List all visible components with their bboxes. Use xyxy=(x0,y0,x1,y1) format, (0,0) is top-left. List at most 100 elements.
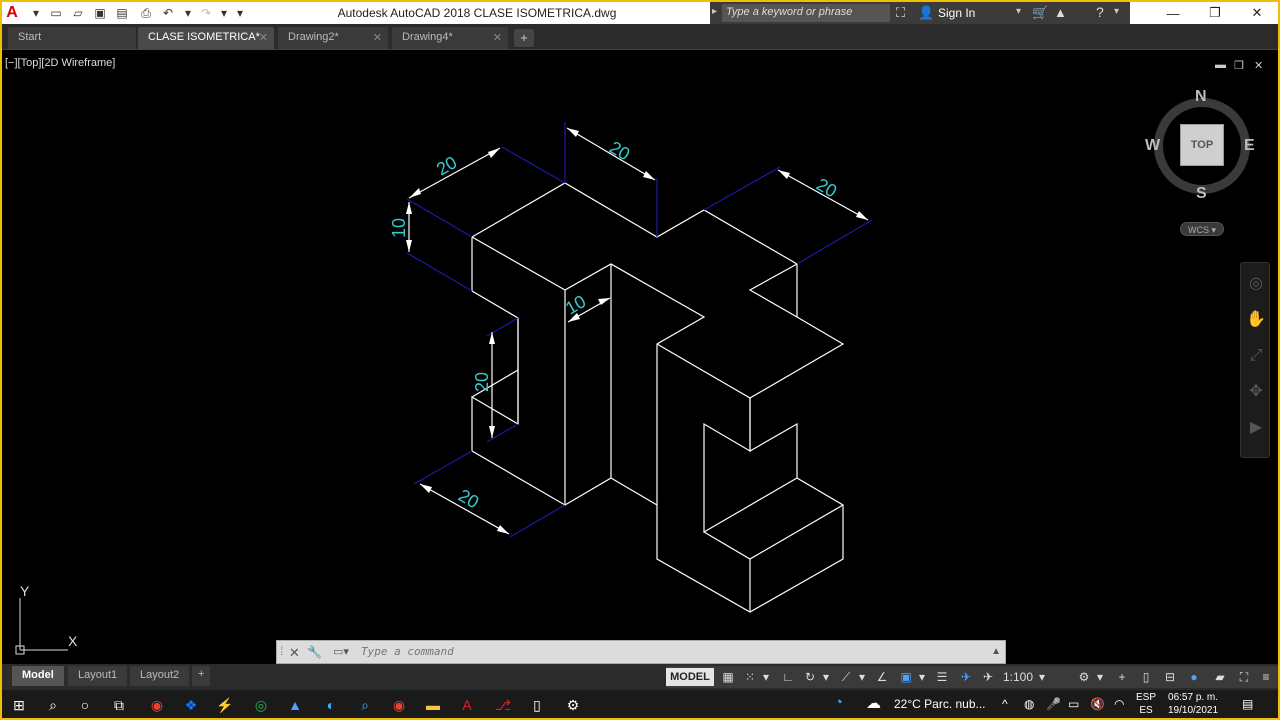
navigation-bar: ◎ ✋ ⤢ ✥ ▶ xyxy=(1240,262,1270,458)
command-input[interactable] xyxy=(361,645,961,658)
close-command-icon[interactable]: ✕ xyxy=(289,645,300,661)
document-icon[interactable]: ▯ xyxy=(526,695,548,715)
camera-tray-icon[interactable]: ◍ xyxy=(1024,697,1034,711)
dim-label-top-left: 20 xyxy=(433,152,460,179)
windows-taskbar: ⊞ ⌕ ○ ⧉ ◉ ❖ ⚡ ◎ ▲ ◐ ⌕ ◉ ▬ A ⎇ ▯ ⚙ ◔ ☁ 22… xyxy=(2,690,1278,718)
zoom-extents-icon[interactable]: ⤢ xyxy=(1241,341,1271,371)
dimension-labels: 20 20 20 10 10 20 20 xyxy=(389,137,840,512)
steering-wheel-icon[interactable]: ◎ xyxy=(1241,269,1271,299)
search-app-icon[interactable]: ⌕ xyxy=(354,695,376,715)
app-a-icon[interactable]: ▲ xyxy=(284,695,306,715)
search-icon[interactable]: ⌕ xyxy=(42,695,64,715)
annotation-scale[interactable]: 1:100 xyxy=(1000,668,1036,686)
task-view-icon[interactable]: ⧉ xyxy=(108,695,130,715)
wcs-label: WCS xyxy=(1187,225,1209,235)
volume-muted-icon[interactable]: 🔇 xyxy=(1090,697,1105,711)
status-bar: MODEL ▦ ⁙ ▾ ∟ ↻ ▾ ⟋ ▾ ∠ ▣ ▾ ☰ ✈ ✈ 1:100 … xyxy=(666,666,1278,688)
compass-west[interactable]: W xyxy=(1145,137,1160,155)
dim-label-height-middle: 20 xyxy=(472,372,492,392)
clock-time: 06:57 p. m. xyxy=(1168,692,1219,703)
chrome-icon[interactable]: ◉ xyxy=(146,695,168,715)
tab-model[interactable]: Model xyxy=(12,666,64,686)
show-hidden-icons-icon[interactable]: ^ xyxy=(1002,697,1008,711)
winamp-icon[interactable]: ⚡ xyxy=(214,695,236,715)
snap-icon[interactable]: ⁙ xyxy=(740,668,760,686)
dim-label-bottom-left: 20 xyxy=(455,485,482,512)
compass-south[interactable]: S xyxy=(1196,185,1207,203)
dim-label-top-right: 20 xyxy=(813,174,840,201)
language-code: ESP xyxy=(1136,692,1157,703)
edge-icon[interactable]: ◐ xyxy=(320,695,342,715)
microphone-icon[interactable]: 🎤 xyxy=(1046,697,1061,711)
settings-app-icon[interactable]: ⚙ xyxy=(562,695,584,715)
customization-menu-icon[interactable]: ≡ xyxy=(1256,668,1276,686)
dim-label-inner: 10 xyxy=(562,291,589,318)
grid-icon[interactable]: ▦ xyxy=(718,668,738,686)
pan-icon[interactable]: ✋ xyxy=(1241,305,1271,335)
input-language[interactable]: ESP ES xyxy=(1136,691,1156,717)
workspace-gear-icon[interactable]: ⚙ xyxy=(1074,668,1094,686)
notifications-icon[interactable]: ▤ xyxy=(1242,697,1253,711)
polar-tracking-icon[interactable]: ↻ xyxy=(800,668,820,686)
workspace-dropdown-icon[interactable]: ▾ xyxy=(1094,668,1106,686)
weather-text[interactable]: 22°C Parc. nub... xyxy=(894,697,986,711)
tab-layout1[interactable]: Layout1 xyxy=(68,666,128,686)
sync-app-icon[interactable]: ◎ xyxy=(250,695,272,715)
units-icon[interactable]: ▯ xyxy=(1136,668,1156,686)
isolate-objects-icon[interactable]: ▰ xyxy=(1210,668,1230,686)
ucs-y-label: Y xyxy=(20,583,30,599)
ucs-icon: Y X xyxy=(15,583,78,655)
graphics-performance-icon[interactable]: ● xyxy=(1184,668,1204,686)
annotation-autoscale-icon[interactable]: ✈ xyxy=(978,668,998,686)
ortho-icon[interactable]: ∟ xyxy=(778,668,798,686)
object-snap-dropdown-icon[interactable]: ▾ xyxy=(916,668,928,686)
showmotion-icon[interactable]: ▶ xyxy=(1241,413,1271,443)
autocad-window: A ▾ ▭ ▱ ▣ ▤ ⎙ ↶ ▾ ↷ ▾ ▾ Autodesk AutoCAD… xyxy=(0,0,1280,720)
isodraft-icon[interactable]: ⟋ xyxy=(836,668,856,686)
ucs-x-label: X xyxy=(68,633,78,649)
model-space-button[interactable]: MODEL xyxy=(666,668,714,686)
scale-dropdown-icon[interactable]: ▾ xyxy=(1036,668,1048,686)
tab-layout2[interactable]: Layout2 xyxy=(130,666,190,686)
weather-cloud-icon[interactable]: ☁ xyxy=(866,694,881,712)
add-layout-button[interactable]: + xyxy=(192,666,211,686)
grip-handle-icon[interactable]: ⁞ xyxy=(280,644,283,658)
dim-label-top-middle: 20 xyxy=(606,137,633,164)
windows-start-icon[interactable]: ⊞ xyxy=(8,695,30,715)
lineweight-icon[interactable]: ☰ xyxy=(932,668,952,686)
command-history-arrow-icon[interactable]: ▲ xyxy=(991,646,1001,657)
wcs-menu[interactable]: WCS ▾ xyxy=(1180,222,1224,236)
system-clock[interactable]: 06:57 p. m. 19/10/2021 xyxy=(1168,691,1218,717)
chrome-2-icon[interactable]: ◉ xyxy=(388,695,410,715)
command-line: ⁞ ✕ 🔧 ▭▾ ▲ xyxy=(276,640,1006,664)
autocad-taskbar-icon[interactable]: A xyxy=(456,695,478,715)
keyboard-layout: ES xyxy=(1139,705,1153,716)
object-snap-tracking-icon[interactable]: ∠ xyxy=(872,668,892,686)
dropbox-icon[interactable]: ❖ xyxy=(180,695,202,715)
clock-date: 19/10/2021 xyxy=(1168,705,1219,716)
clean-screen-icon[interactable]: ⛶ xyxy=(1234,668,1254,686)
wifi-icon[interactable]: ◠ xyxy=(1114,697,1124,711)
cortana-icon[interactable]: ○ xyxy=(74,695,96,715)
viewcube-top-face[interactable]: TOP xyxy=(1180,124,1224,166)
object-snap-icon[interactable]: ▣ xyxy=(896,668,916,686)
customize-wrench-icon[interactable]: 🔧 xyxy=(307,645,322,659)
quick-properties-icon[interactable]: ⊟ xyxy=(1160,668,1180,686)
dimension-lines xyxy=(408,127,869,535)
acrobat-icon[interactable]: ⎇ xyxy=(492,695,514,715)
viewcube[interactable]: TOP N S E W xyxy=(1145,88,1256,202)
orbit-icon[interactable]: ✥ xyxy=(1241,377,1271,407)
snap-dropdown-icon[interactable]: ▾ xyxy=(760,668,772,686)
compass-north[interactable]: N xyxy=(1195,88,1207,106)
isodraft-dropdown-icon[interactable]: ▾ xyxy=(856,668,868,686)
file-explorer-icon[interactable]: ▬ xyxy=(422,695,444,715)
help-tray-icon[interactable]: ◔ xyxy=(834,694,843,711)
compass-east[interactable]: E xyxy=(1244,137,1255,155)
battery-icon[interactable]: ▭ xyxy=(1068,697,1079,711)
polar-dropdown-icon[interactable]: ▾ xyxy=(820,668,832,686)
drawing-canvas[interactable]: 20 20 20 10 10 20 20 xyxy=(2,2,1278,720)
annotation-visibility-icon[interactable]: ✈ xyxy=(956,668,976,686)
dim-label-height-left: 10 xyxy=(389,218,409,238)
command-prompt-icon[interactable]: ▭▾ xyxy=(333,645,349,658)
annotation-monitor-icon[interactable]: + xyxy=(1112,668,1132,686)
